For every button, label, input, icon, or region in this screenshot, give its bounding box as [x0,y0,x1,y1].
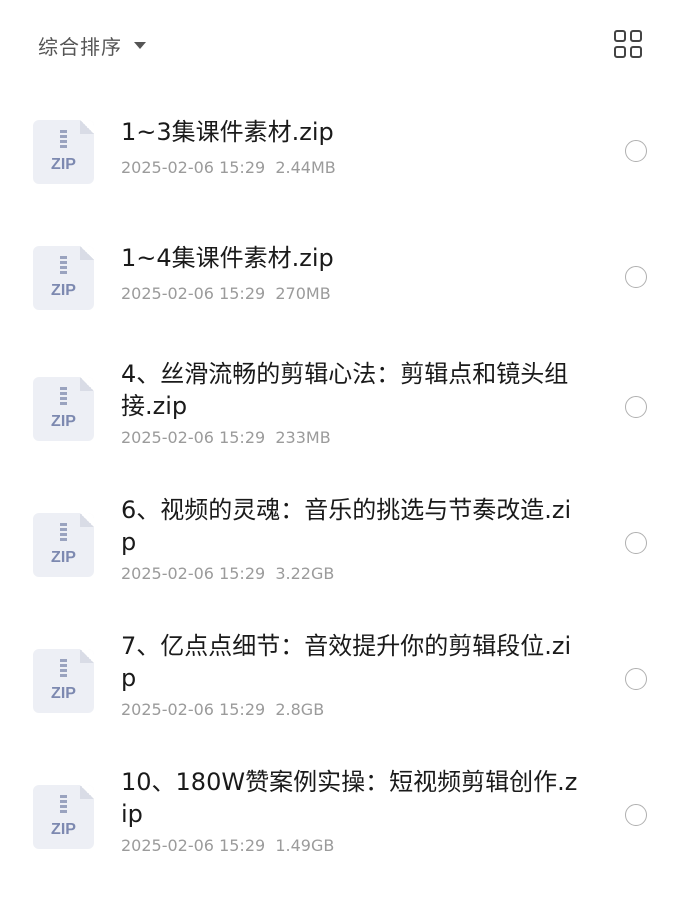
file-meta: 2025-02-06 15:29 233MB [121,428,331,447]
file-date: 2025-02-06 15:29 [121,836,266,855]
file-row[interactable]: ZIP 10、180W赞案例实操：短视频剪辑创作.zip 2025-02-06 … [0,768,688,900]
file-name: 10、180W赞案例实操：短视频剪辑创作.zip [121,768,578,828]
file-meta: 2025-02-06 15:29 270MB [121,284,331,303]
file-row[interactable]: ZIP 1~3集课件素材.zip 2025-02-06 15:29 2.44MB [0,88,688,224]
zipper-icon [60,795,67,813]
file-size: 3.22GB [275,564,335,583]
file-meta: 2025-02-06 15:29 2.8GB [121,700,324,719]
zip-file-icon: ZIP [33,785,94,849]
file-name: 4、丝滑流畅的剪辑心法：剪辑点和镜头组接.zip [121,360,569,420]
file-meta: 2025-02-06 15:29 1.49GB [121,836,334,855]
file-row[interactable]: ZIP 4、丝滑流畅的剪辑心法：剪辑点和镜头组接.zip 2025-02-06 … [0,360,688,496]
select-radio[interactable] [625,804,647,826]
file-row[interactable]: ZIP 6、视频的灵魂：音乐的挑选与节奏改造.zip 2025-02-06 15… [0,496,688,632]
file-list-page: 综合排序 ZIP 1~3集课件素材.zip 2025-02-06 15:29 2… [0,0,688,900]
zip-file-icon: ZIP [33,120,94,184]
zip-icon-label: ZIP [51,685,76,702]
zipper-icon [60,523,67,541]
zip-file-icon: ZIP [33,513,94,577]
zip-icon-label: ZIP [51,413,76,430]
file-date: 2025-02-06 15:29 [121,284,266,303]
file-date: 2025-02-06 15:29 [121,428,266,447]
zipper-icon [60,256,67,274]
file-name: 1~4集课件素材.zip [121,244,334,272]
zipper-icon [60,130,67,148]
zip-icon-label: ZIP [51,821,76,838]
file-list: ZIP 1~3集课件素材.zip 2025-02-06 15:29 2.44MB… [0,88,688,900]
select-radio[interactable] [625,532,647,554]
select-radio[interactable] [625,668,647,690]
file-size: 233MB [275,428,331,447]
zip-icon-label: ZIP [51,549,76,566]
zipper-icon [60,659,67,677]
zipper-icon [60,387,67,405]
file-size: 1.49GB [275,836,335,855]
file-row[interactable]: ZIP 1~4集课件素材.zip 2025-02-06 15:29 270MB [0,224,688,360]
caret-down-icon [134,41,146,49]
select-radio[interactable] [625,140,647,162]
file-row[interactable]: ZIP 7、亿点点细节：音效提升你的剪辑段位.zip 2025-02-06 15… [0,632,688,768]
grid-view-icon[interactable] [614,30,644,60]
zip-icon-label: ZIP [51,282,76,299]
sort-dropdown[interactable]: 综合排序 [38,30,146,60]
file-name: 6、视频的灵魂：音乐的挑选与节奏改造.zip [121,496,572,556]
zip-file-icon: ZIP [33,377,94,441]
file-date: 2025-02-06 15:29 [121,564,266,583]
toolbar: 综合排序 [0,0,688,90]
zip-file-icon: ZIP [33,246,94,310]
zip-file-icon: ZIP [33,649,94,713]
sort-label: 综合排序 [38,34,122,59]
file-size: 2.8GB [275,700,325,719]
select-radio[interactable] [625,266,647,288]
file-date: 2025-02-06 15:29 [121,700,266,719]
zip-icon-label: ZIP [51,156,76,173]
select-radio[interactable] [625,396,647,418]
file-meta: 2025-02-06 15:29 3.22GB [121,564,334,583]
file-meta: 2025-02-06 15:29 2.44MB [121,158,336,177]
file-size: 270MB [275,284,331,303]
file-date: 2025-02-06 15:29 [121,158,266,177]
file-size: 2.44MB [275,158,336,177]
file-name: 7、亿点点细节：音效提升你的剪辑段位.zip [121,632,572,692]
file-name: 1~3集课件素材.zip [121,118,334,146]
